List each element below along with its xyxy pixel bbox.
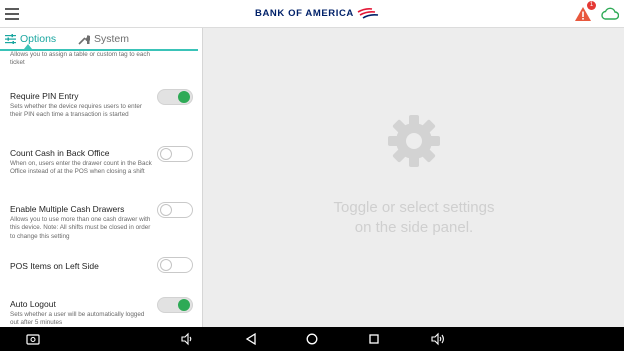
- empty-state-line-1: Toggle or select settings: [333, 199, 495, 216]
- setting-title: POS Items on Left Side: [10, 261, 99, 271]
- setting-desc: When on, users enter the drawer count in…: [10, 160, 152, 176]
- count-cash-toggle[interactable]: [157, 146, 193, 162]
- empty-state-message: Toggle or select settings on the side pa…: [204, 198, 624, 238]
- screenshot-icon[interactable]: [26, 332, 40, 346]
- wrench-icon: [78, 34, 90, 45]
- tab-underline: [0, 49, 198, 51]
- tab-system-label: System: [94, 33, 130, 45]
- setting-desc: Sets whether the device requires users t…: [10, 103, 142, 119]
- brand-logo: BANK OF AMERICA: [255, 8, 379, 19]
- sliders-icon: [5, 34, 16, 44]
- setting-title: Require PIN Entry: [10, 91, 79, 101]
- tab-system[interactable]: System: [78, 33, 129, 45]
- system-nav-bar: [0, 327, 624, 351]
- settings-side-panel: Options System Allows you to assign a ta…: [0, 28, 203, 327]
- gear-icon: [388, 115, 440, 167]
- brand-name: BANK OF AMERICA: [255, 8, 354, 19]
- setting-desc: Allows you to assign a table or custom t…: [10, 51, 151, 67]
- setting-title: Enable Multiple Cash Drawers: [10, 204, 125, 214]
- cloud-icon[interactable]: [600, 7, 619, 21]
- settings-list[interactable]: Allows you to assign a table or custom t…: [0, 51, 202, 327]
- menu-icon[interactable]: [5, 8, 19, 20]
- home-icon[interactable]: [305, 332, 319, 346]
- setting-desc: Sets whether a user will be automaticall…: [10, 311, 145, 327]
- setting-title: Count Cash in Back Office: [10, 148, 110, 158]
- pos-items-left-toggle[interactable]: [157, 257, 193, 273]
- setting-desc: Allows you to use more than one cash dra…: [10, 216, 151, 240]
- back-icon[interactable]: [244, 332, 258, 346]
- volume-down-icon[interactable]: [180, 332, 194, 346]
- setting-title: Auto Logout: [10, 299, 56, 309]
- top-bar: BANK OF AMERICA 1: [0, 0, 624, 28]
- alert-count-badge: 1: [587, 1, 596, 10]
- recents-icon[interactable]: [367, 332, 381, 346]
- flag-logo-icon: [357, 8, 378, 19]
- empty-state-line-2: on the side panel.: [354, 219, 474, 236]
- auto-logout-toggle[interactable]: [157, 297, 193, 313]
- settings-detail-area: Toggle or select settings on the side pa…: [204, 28, 624, 327]
- volume-up-icon[interactable]: [431, 332, 445, 346]
- require-pin-toggle[interactable]: [157, 89, 193, 105]
- tab-bar: Options System: [0, 28, 202, 51]
- multiple-drawers-toggle[interactable]: [157, 202, 193, 218]
